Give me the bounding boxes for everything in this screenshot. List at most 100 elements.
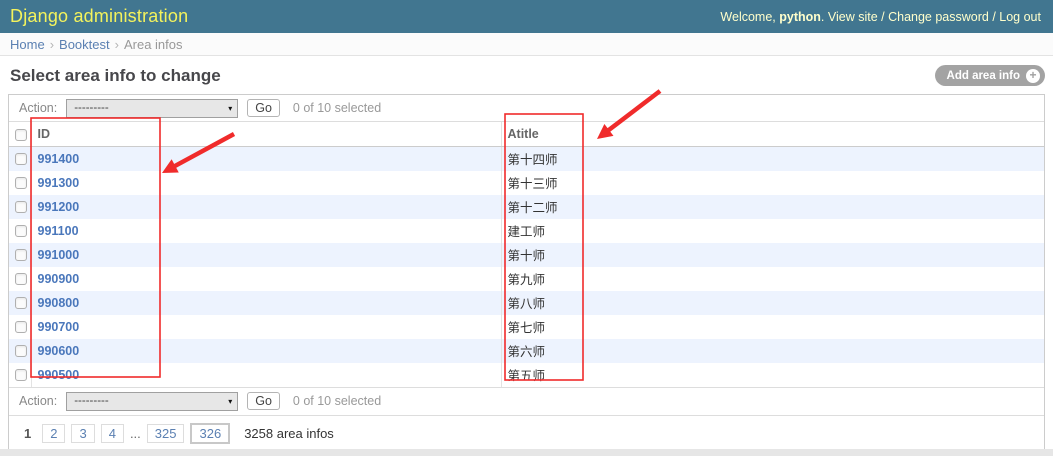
action-select[interactable]: --------- ▾ — [66, 392, 238, 411]
atitle-cell: 建工师 — [501, 219, 1044, 243]
action-label: Action: — [19, 394, 57, 408]
actions-bar-bottom: Action: --------- ▾ Go 0 of 10 selected — [9, 387, 1044, 415]
go-button[interactable]: Go — [247, 99, 280, 117]
table-row: 990700 第七师 — [9, 315, 1044, 339]
go-button[interactable]: Go — [247, 392, 280, 410]
atitle-cell: 第七师 — [501, 315, 1044, 339]
atitle-cell: 第十三师 — [501, 171, 1044, 195]
id-cell: 991400 — [31, 147, 501, 171]
action-select-value: --------- — [74, 102, 108, 114]
breadcrumb-item-booktest[interactable]: Booktest — [59, 37, 110, 52]
id-cell: 991100 — [31, 219, 501, 243]
user-tools: Welcome, python. View site / Change pass… — [720, 10, 1041, 24]
id-link[interactable]: 991300 — [38, 176, 80, 190]
table-row: 990800 第八师 — [9, 291, 1044, 315]
select-all-header — [9, 122, 31, 147]
id-link[interactable]: 990500 — [38, 368, 80, 382]
chevron-down-icon: ▾ — [228, 104, 232, 113]
paginator-pages: 234... 325 326 — [42, 423, 230, 444]
page-link-326[interactable]: 326 — [190, 423, 230, 444]
action-select[interactable]: --------- ▾ — [66, 99, 238, 118]
atitle-cell: 第十师 — [501, 243, 1044, 267]
row-checkbox[interactable] — [15, 249, 27, 261]
row-checkbox-cell — [9, 291, 31, 315]
page-title: Select area info to change — [10, 66, 221, 86]
row-checkbox-cell — [9, 171, 31, 195]
row-checkbox[interactable] — [15, 273, 27, 285]
site-title: Django administration — [10, 6, 188, 27]
row-checkbox-cell — [9, 219, 31, 243]
action-select-value: --------- — [74, 395, 108, 407]
id-link[interactable]: 990900 — [38, 272, 80, 286]
page-link-3[interactable]: 3 — [71, 424, 94, 443]
atitle-cell: 第八师 — [501, 291, 1044, 315]
row-checkbox[interactable] — [15, 201, 27, 213]
id-link[interactable]: 991400 — [38, 152, 80, 166]
table-row: 991400 第十四师 — [9, 147, 1044, 171]
row-checkbox[interactable] — [15, 345, 27, 357]
view-site-link[interactable]: View site — [828, 10, 878, 24]
breadcrumb: Home › Booktest › Area infos — [0, 33, 1053, 56]
change-password-link[interactable]: Change password — [888, 10, 989, 24]
row-checkbox[interactable] — [15, 321, 27, 333]
page-link-4[interactable]: 4 — [101, 424, 124, 443]
column-header-id[interactable]: ID — [31, 122, 501, 147]
welcome-text: . — [821, 10, 828, 24]
row-checkbox[interactable] — [15, 225, 27, 237]
selected-counter: 0 of 10 selected — [293, 394, 381, 408]
object-tools: Add area info + — [935, 65, 1045, 86]
id-cell: 990600 — [31, 339, 501, 363]
breadcrumb-separator: › — [115, 37, 119, 52]
page-link-325[interactable]: 325 — [147, 424, 185, 443]
table-row: 991000 第十师 — [9, 243, 1044, 267]
row-checkbox-cell — [9, 147, 31, 171]
id-link[interactable]: 991000 — [38, 248, 80, 262]
row-checkbox[interactable] — [15, 177, 27, 189]
username: python — [779, 10, 821, 24]
plus-icon: + — [1026, 69, 1040, 83]
table-header-row: ID Atitle — [9, 122, 1044, 147]
row-checkbox[interactable] — [15, 369, 27, 381]
row-checkbox-cell — [9, 195, 31, 219]
id-link[interactable]: 991200 — [38, 200, 80, 214]
row-checkbox[interactable] — [15, 297, 27, 309]
action-label: Action: — [19, 101, 57, 115]
column-header-atitle[interactable]: Atitle — [501, 122, 1044, 147]
id-cell: 991000 — [31, 243, 501, 267]
id-link[interactable]: 990800 — [38, 296, 80, 310]
atitle-cell: 第十四师 — [501, 147, 1044, 171]
breadcrumb-item-home[interactable]: Home — [10, 37, 45, 52]
id-link[interactable]: 990700 — [38, 320, 80, 334]
breadcrumb-item-area-infos: Area infos — [124, 37, 183, 52]
id-cell: 990700 — [31, 315, 501, 339]
admin-header: Django administration Welcome, python. V… — [0, 0, 1053, 33]
breadcrumb-separator: › — [50, 37, 54, 52]
log-out-link[interactable]: Log out — [999, 10, 1041, 24]
add-button-label: Add area info — [947, 70, 1020, 82]
content-header: Select area info to change Add area info… — [8, 65, 1045, 86]
id-cell: 991200 — [31, 195, 501, 219]
page-ellipsis: ... — [130, 426, 141, 441]
selected-counter: 0 of 10 selected — [293, 101, 381, 115]
paginator-summary: 3258 area infos — [244, 426, 334, 441]
atitle-cell: 第十二师 — [501, 195, 1044, 219]
add-area-info-button[interactable]: Add area info + — [935, 65, 1045, 86]
id-cell: 990500 — [31, 363, 501, 387]
row-checkbox-cell — [9, 363, 31, 387]
paginator: 1 234... 325 326 3258 area infos — [9, 415, 1044, 451]
atitle-cell: 第九师 — [501, 267, 1044, 291]
chevron-down-icon: ▾ — [228, 397, 232, 406]
row-checkbox-cell — [9, 243, 31, 267]
id-link[interactable]: 990600 — [38, 344, 80, 358]
select-all-checkbox[interactable] — [15, 129, 27, 141]
id-link[interactable]: 991100 — [38, 224, 79, 238]
page-link-2[interactable]: 2 — [42, 424, 65, 443]
content-area: Select area info to change Add area info… — [0, 65, 1053, 452]
actions-bar-top: Action: --------- ▾ Go 0 of 10 selected — [9, 95, 1044, 122]
table-row: 990600第六师 — [9, 339, 1044, 363]
current-page: 1 — [19, 425, 36, 442]
table-row: 991200 第十二师 — [9, 195, 1044, 219]
row-checkbox[interactable] — [15, 153, 27, 165]
table-row: 991300 第十三师 — [9, 171, 1044, 195]
changelist-module: Action: --------- ▾ Go 0 of 10 selected … — [8, 94, 1045, 452]
